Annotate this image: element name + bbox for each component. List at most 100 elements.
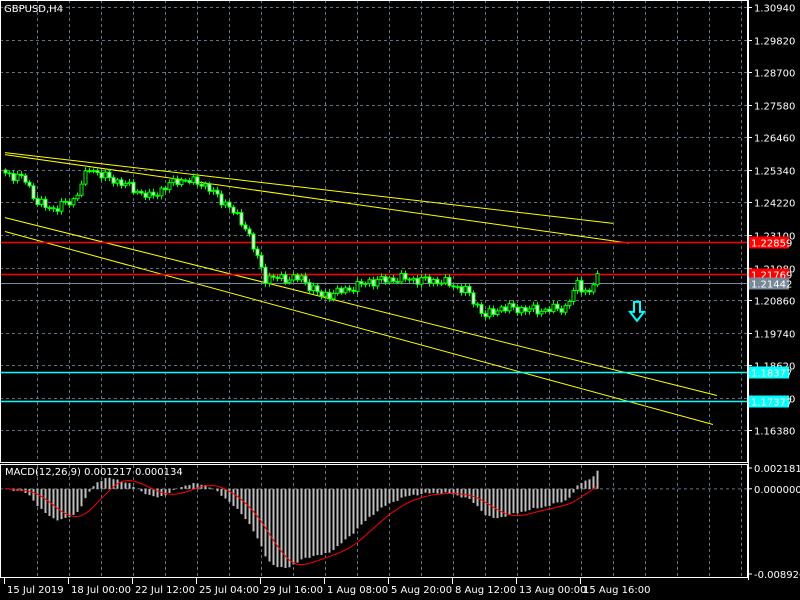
candle-body [343,287,348,294]
current-price-line-label: 1.21442 [751,280,792,291]
candle-body [83,170,88,185]
main-pane-border [0,0,748,463]
candle-body [527,308,532,312]
candle-body [479,304,484,314]
candle-body [463,285,468,294]
price-tick-label: 1.28700 [754,69,795,80]
candle-body [151,191,156,196]
candle-body [143,192,148,198]
candle-body [239,212,244,226]
candle-body [515,306,520,314]
candle-body [331,292,336,300]
macd-tick-label: -0.008926 [754,570,800,581]
candle-body [327,291,332,300]
candle-body [231,206,236,214]
candle-body [123,183,128,187]
time-tick-label: 8 Aug 12:00 [455,585,516,596]
trendlines[interactable] [4,152,718,425]
candle-body [411,277,416,281]
candle-body [279,274,284,279]
candle-body [347,287,352,291]
price-tick-label: 1.24220 [754,199,795,210]
candle-body [507,303,512,312]
candle-body [251,233,256,250]
price-chart[interactable]: 1.30940 1.29820 1.28700 1.27580 1.26460 1.253… [0,0,800,600]
candle-body [119,179,124,187]
horizontal-lines[interactable] [0,241,748,403]
price-axis[interactable]: 1.30940 1.29820 1.28700 1.27580 1.26460 1.253… [748,0,800,581]
candle-body [383,276,388,283]
candle-body [419,276,424,285]
candle-body [399,272,404,283]
candle-body [39,198,44,206]
price-tick-label: 1.30940 [754,4,795,15]
trendline[interactable] [4,154,630,244]
candle-body [243,224,248,230]
candle-body [539,310,544,315]
candle-body [423,276,428,279]
trendline[interactable] [4,217,718,396]
time-tick-label: 13 Aug 00:00 [519,585,586,596]
candle-body [303,275,308,283]
candle-body [431,278,436,284]
time-tick-label: 15 Jul 2019 [7,585,64,596]
candle-body [583,289,588,293]
time-tick-label: 5 Aug 20:00 [391,585,452,596]
trendline[interactable] [4,231,714,425]
candle-body [543,308,548,312]
macd-tick-label: 0.002181 [754,464,800,475]
candle-body [439,282,444,285]
time-tick-label: 22 Jul 12:00 [135,585,195,596]
candle-body [319,291,324,297]
candle-body [171,178,176,184]
candle-body [283,274,288,284]
candle-body [79,183,84,196]
candle-body [471,292,476,305]
candle-body [199,183,204,187]
candle-body [255,248,260,256]
candle-body [455,286,460,289]
candle-body [127,181,132,185]
candle-body [263,266,268,284]
sell-arrow-icon[interactable] [627,300,647,323]
candle-body [179,179,184,186]
candle-body [355,281,360,292]
candle-body [107,171,112,179]
trendline[interactable] [4,152,614,224]
candle-body [191,176,196,184]
candles [3,167,600,320]
candle-body [443,276,448,284]
candle-body [11,173,16,182]
candle-body [267,275,272,284]
candle-body [531,304,536,310]
time-tick-label: 18 Jul 00:00 [71,585,131,596]
candle-body [215,189,220,195]
time-axis[interactable]: 15 Jul 2019 18 Jul 00:00 22 Jul 12:00 25 Ju… [4,578,651,596]
candle-body [367,279,372,284]
macd-pane [0,470,748,569]
candle-body [23,175,28,183]
candle-body [139,190,144,194]
candle-body [47,207,52,210]
candle-body [295,274,300,281]
candle-body [359,281,364,285]
candle-body [391,277,396,282]
candle-body [275,276,280,279]
candle-body [67,201,72,206]
candle-body [259,254,264,268]
price-tick-label: 1.29820 [754,37,795,48]
candle-body [99,172,104,179]
candle-body [511,303,516,308]
candle-body [315,285,320,293]
candle-body [135,190,140,194]
candle-body [59,200,64,212]
candle-body [43,198,48,209]
candle-body [487,308,492,318]
candle-body [323,291,328,297]
price-tick-label: 1.25340 [754,167,795,178]
candle-body [7,172,12,175]
candle-body [187,180,192,184]
time-tick-label: 1 Aug 08:00 [327,585,388,596]
candle-body [447,276,452,287]
candle-body [299,275,304,281]
